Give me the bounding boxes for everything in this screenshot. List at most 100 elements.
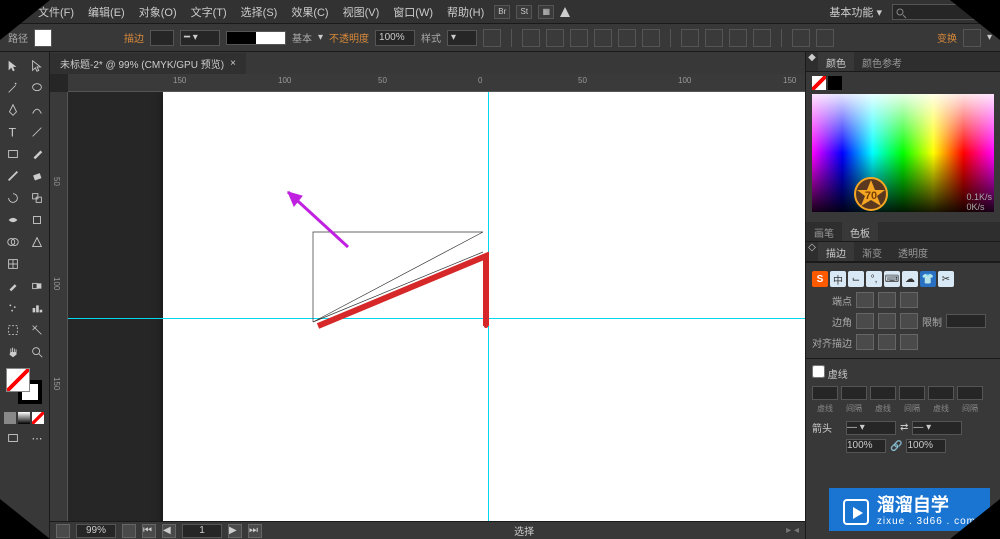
cap-square-button[interactable] (900, 292, 918, 308)
cap-butt-button[interactable] (856, 292, 874, 308)
shaper-tool[interactable] (2, 166, 24, 186)
shape-union-button[interactable] (681, 29, 699, 47)
pen-tool[interactable] (2, 100, 24, 120)
panel-tab-brushes[interactable]: 画笔 (806, 222, 842, 241)
free-transform-tool[interactable] (26, 210, 48, 230)
isolate-button[interactable] (792, 29, 810, 47)
shape-subtract-button[interactable] (705, 29, 723, 47)
artboard-number-field[interactable]: 1 (182, 524, 222, 538)
blend-tool[interactable] (26, 276, 48, 296)
stock-button[interactable]: St (516, 5, 532, 19)
zoom-out-button[interactable] (56, 524, 70, 538)
style-dropdown[interactable]: ▾ (447, 30, 477, 46)
stroke-width-profile[interactable]: ━ ▾ (180, 30, 220, 46)
ime-indicator[interactable]: S中⌙°,⌨☁👕✂ (812, 271, 954, 287)
align-stroke-outside-button[interactable] (900, 334, 918, 350)
magic-wand-tool[interactable] (2, 78, 24, 98)
dash-field-1[interactable] (812, 386, 838, 400)
recolor-button[interactable] (483, 29, 501, 47)
curvature-tool[interactable] (26, 100, 48, 120)
align-left-button[interactable] (522, 29, 540, 47)
close-tab-icon[interactable]: × (230, 58, 236, 69)
next-artboard-button[interactable]: ▶ (228, 524, 242, 538)
graph-tool[interactable] (26, 298, 48, 318)
type-tool[interactable]: T (2, 122, 24, 142)
shape-exclude-button[interactable] (753, 29, 771, 47)
selection-tool[interactable] (2, 56, 24, 76)
arrow-end-dropdown[interactable]: — ▾ (912, 421, 962, 435)
document-tab[interactable]: 未标题-2* @ 99% (CMYK/GPU 预览) × (50, 53, 246, 74)
opacity-label[interactable]: 不透明度 (329, 30, 369, 45)
workspace-switcher[interactable]: 基本功能 ▾ (821, 2, 890, 22)
fill-proxy-icon[interactable] (812, 76, 826, 90)
align-stroke-inside-button[interactable] (878, 334, 896, 350)
panel-tab-stroke[interactable]: 描边 (818, 242, 854, 261)
first-artboard-button[interactable]: ⏮ (142, 524, 156, 538)
color-mode-row[interactable] (2, 410, 48, 426)
lasso-tool[interactable] (26, 78, 48, 98)
slice-tool[interactable] (26, 320, 48, 340)
gradient-tool[interactable] (26, 254, 48, 274)
width-tool[interactable] (2, 210, 24, 230)
last-artboard-button[interactable]: ⏭ (248, 524, 262, 538)
symbol-sprayer-tool[interactable] (2, 298, 24, 318)
align-center-button[interactable] (546, 29, 564, 47)
prev-artboard-button[interactable]: ◀ (162, 524, 176, 538)
menu-help[interactable]: 帮助(H) (441, 2, 490, 22)
zoom-tool[interactable] (26, 342, 48, 362)
scale-tool[interactable] (26, 188, 48, 208)
eraser-tool[interactable] (26, 166, 48, 186)
brush-definition[interactable] (226, 31, 286, 45)
panel-tab-color-guide[interactable]: 颜色参考 (854, 52, 910, 71)
ruler-vertical[interactable]: 50 100 150 (50, 92, 68, 521)
rotate-tool[interactable] (2, 188, 24, 208)
perspective-tool[interactable] (26, 232, 48, 252)
bridge-button[interactable]: Br (494, 5, 510, 19)
dash-field-3[interactable] (928, 386, 954, 400)
arrow-start-dropdown[interactable]: — ▾ (846, 421, 896, 435)
link-scale-icon[interactable]: 🔗 (890, 441, 902, 452)
ruler-horizontal[interactable]: 150 100 50 0 50 100 150 (68, 74, 805, 92)
rectangle-tool[interactable] (2, 144, 24, 164)
screen-mode-button[interactable] (2, 428, 24, 448)
menu-select[interactable]: 选择(S) (235, 2, 284, 22)
mesh-tool[interactable] (2, 254, 24, 274)
menu-type[interactable]: 文字(T) (185, 2, 233, 22)
artboard-tool[interactable] (2, 320, 24, 340)
menu-view[interactable]: 视图(V) (337, 2, 386, 22)
line-tool[interactable] (26, 122, 48, 142)
panel-tab-swatches[interactable]: 色板 (842, 222, 878, 241)
eyedropper-tool[interactable] (2, 276, 24, 296)
edit-toolbar-button[interactable]: ⋯ (26, 428, 48, 448)
align-bottom-button[interactable] (642, 29, 660, 47)
menu-edit[interactable]: 编辑(E) (82, 2, 131, 22)
align-right-button[interactable] (570, 29, 588, 47)
guide-horizontal[interactable] (68, 318, 805, 319)
gap-field-3[interactable] (957, 386, 983, 400)
shape-builder-tool[interactable] (2, 232, 24, 252)
panel-tab-color[interactable]: 颜色 (818, 52, 854, 71)
paintbrush-tool[interactable] (26, 144, 48, 164)
edit-button[interactable] (816, 29, 834, 47)
stroke-weight-field[interactable] (150, 30, 174, 46)
join-miter-button[interactable] (856, 313, 874, 329)
cap-round-button[interactable] (878, 292, 896, 308)
menu-window[interactable]: 窗口(W) (387, 2, 439, 22)
shape-intersect-button[interactable] (729, 29, 747, 47)
dash-field-2[interactable] (870, 386, 896, 400)
arrow-end-scale[interactable]: 100% (906, 439, 946, 453)
hand-tool[interactable] (2, 342, 24, 362)
canvas[interactable] (68, 92, 805, 521)
align-stroke-center-button[interactable] (856, 334, 874, 350)
stroke-proxy-icon[interactable] (828, 76, 842, 90)
join-bevel-button[interactable] (900, 313, 918, 329)
menu-object[interactable]: 对象(O) (133, 2, 183, 22)
gap-field-2[interactable] (899, 386, 925, 400)
guide-vertical[interactable] (488, 92, 489, 521)
menu-effect[interactable]: 效果(C) (285, 2, 334, 22)
swap-arrows-icon[interactable]: ⇄ (900, 422, 908, 433)
arrange-button[interactable]: ▦ (538, 5, 554, 19)
gap-field-1[interactable] (841, 386, 867, 400)
stroke-label[interactable]: 描边 (124, 30, 144, 45)
align-top-button[interactable] (594, 29, 612, 47)
